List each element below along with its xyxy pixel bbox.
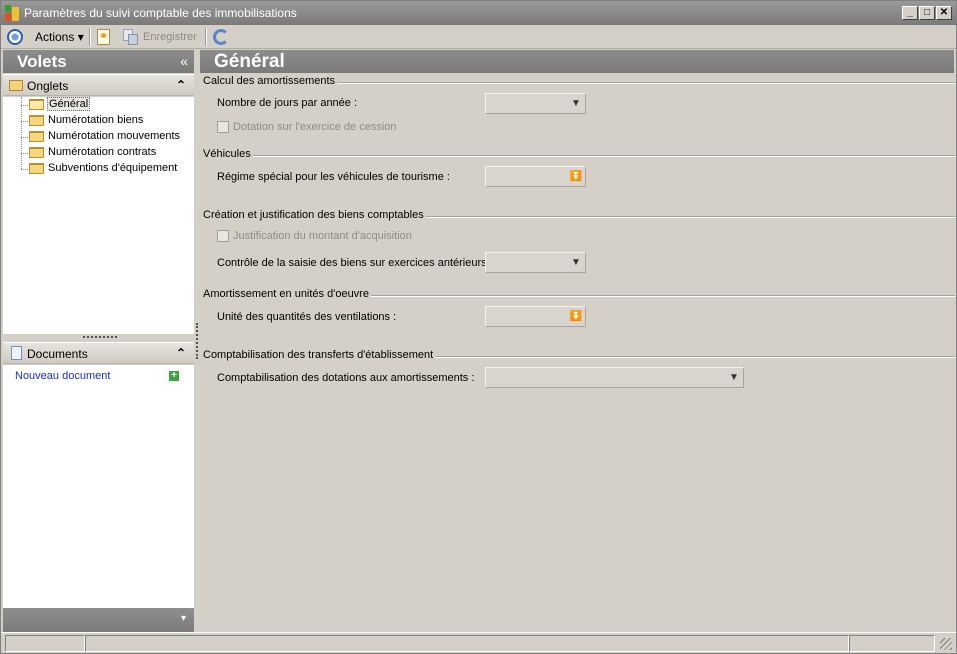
dotations-amortissements-select[interactable]: ▼ — [485, 367, 744, 388]
pane-splitter-grip[interactable] — [196, 323, 198, 359]
save-icon[interactable] — [123, 29, 139, 45]
tabs-section-header[interactable]: Onglets ⌃ — [3, 74, 194, 96]
document-icon — [11, 346, 22, 360]
documents-panel: Nouveau document + — [3, 365, 194, 608]
folder-icon — [29, 147, 44, 158]
double-chevron-down-icon[interactable]: ⏬ — [569, 309, 583, 324]
title-bar[interactable]: Paramètres du suivi comptable des immobi… — [1, 1, 956, 25]
group-calcul-amortissements: Calcul des amortissements — [203, 75, 955, 87]
field-label: Unité des quantités des ventilations : — [217, 311, 397, 323]
tree-connector — [21, 97, 22, 169]
caret-down-icon: ▾ — [77, 30, 84, 44]
dropdown-arrow-icon[interactable]: ▼ — [727, 370, 741, 385]
side-panel-title: Volets — [17, 52, 67, 71]
folder-open-icon — [29, 99, 44, 110]
dotation-cession-checkbox[interactable] — [217, 121, 229, 133]
group-transferts-etablissement: Comptabilisation des transferts d'établi… — [203, 349, 955, 361]
refresh-icon[interactable] — [213, 29, 229, 45]
folder-icon — [29, 131, 44, 142]
group-unites-oeuvre: Amortissement en unités d'oeuvre — [203, 288, 955, 300]
field-label: Nombre de jours par année : — [217, 97, 358, 109]
tree-item-label: Numérotation mouvements — [48, 130, 181, 142]
collapse-section-icon[interactable]: ⌃ — [176, 78, 186, 92]
documents-section-label: Documents — [27, 347, 88, 361]
new-document-icon[interactable] — [97, 29, 110, 45]
field-label: Régime spécial pour les véhicules de tou… — [217, 171, 450, 183]
group-creation-justification: Création et justification des biens comp… — [203, 209, 955, 221]
group-title: Calcul des amortissements — [203, 75, 338, 87]
documents-section-header[interactable]: Documents ⌃ — [3, 342, 194, 364]
status-cell — [85, 635, 849, 652]
unite-quantites-select[interactable]: ⏬ — [485, 306, 586, 327]
toolbar-separator — [89, 28, 91, 46]
status-cell — [849, 635, 935, 652]
tree-item-label: Numérotation biens — [48, 114, 144, 126]
toolbar-separator — [205, 28, 207, 46]
main-panel-header: Général — [200, 50, 954, 73]
tree-item-label: Général — [47, 97, 91, 111]
actions-menu-button[interactable]: Actions ▾ — [35, 30, 84, 44]
group-title: Amortissement en unités d'oeuvre — [203, 288, 371, 300]
resize-grip-icon[interactable] — [940, 638, 952, 650]
page-title: Général — [214, 51, 285, 72]
close-button[interactable]: ✕ — [936, 6, 952, 20]
chevron-down-icon[interactable]: ▾ — [181, 613, 186, 624]
folder-icon — [29, 115, 44, 126]
maximize-button[interactable]: □ — [919, 6, 935, 20]
justification-montant-checkbox[interactable] — [217, 230, 229, 242]
app-icon — [5, 5, 19, 21]
actions-label: Actions — [35, 30, 75, 44]
status-cell — [5, 635, 85, 652]
group-title: Création et justification des biens comp… — [203, 209, 426, 221]
group-title: Véhicules — [203, 148, 253, 160]
jours-par-annee-select[interactable]: ▼ — [485, 93, 586, 114]
folder-icon — [9, 80, 23, 91]
toolbar: Actions ▾ Enregistrer — [1, 25, 956, 49]
tree-item-label: Numérotation contrats — [48, 146, 157, 158]
application-window: Paramètres du suivi comptable des immobi… — [0, 0, 957, 654]
section-splitter-grip[interactable] — [83, 336, 117, 339]
field-label: Contrôle de la saisie des biens sur exer… — [217, 257, 493, 269]
dropdown-arrow-icon[interactable]: ▼ — [569, 96, 583, 111]
side-panel-header: Volets « — [3, 50, 194, 73]
field-label: Comptabilisation des dotations aux amort… — [217, 372, 475, 384]
controle-saisie-select[interactable]: ▼ — [485, 252, 586, 273]
regime-vehicules-select[interactable]: ⏬ — [485, 166, 586, 187]
side-panel: Volets « Onglets ⌃ Général Numérotation … — [3, 50, 194, 632]
collapse-panel-icon[interactable]: « — [180, 53, 188, 69]
globe-icon[interactable] — [7, 29, 23, 45]
add-document-icon[interactable]: + — [169, 371, 179, 381]
checkbox-label: Justification du montant d'acquisition — [233, 230, 412, 242]
group-title: Comptabilisation des transferts d'établi… — [203, 349, 436, 361]
group-vehicules: Véhicules — [203, 148, 955, 160]
tree-item-label: Subventions d'équipement — [48, 162, 178, 174]
checkbox-label: Dotation sur l'exercice de cession — [233, 121, 397, 133]
double-chevron-down-icon[interactable]: ⏬ — [569, 169, 583, 184]
new-document-link[interactable]: Nouveau document — [15, 370, 110, 382]
collapse-section-icon[interactable]: ⌃ — [176, 346, 186, 360]
side-panel-footer[interactable]: ▾ — [3, 608, 194, 632]
main-panel: Général Calcul des amortissements Nombre… — [200, 50, 955, 632]
tabs-section-label: Onglets — [27, 79, 69, 93]
save-button[interactable]: Enregistrer — [143, 31, 197, 43]
status-bar — [1, 632, 956, 653]
folder-icon — [29, 163, 44, 174]
window-title: Paramètres du suivi comptable des immobi… — [24, 6, 297, 20]
tabs-tree: Général Numérotation biens Numérotation … — [3, 97, 194, 334]
minimize-button[interactable]: _ — [902, 6, 918, 20]
dropdown-arrow-icon[interactable]: ▼ — [569, 255, 583, 270]
